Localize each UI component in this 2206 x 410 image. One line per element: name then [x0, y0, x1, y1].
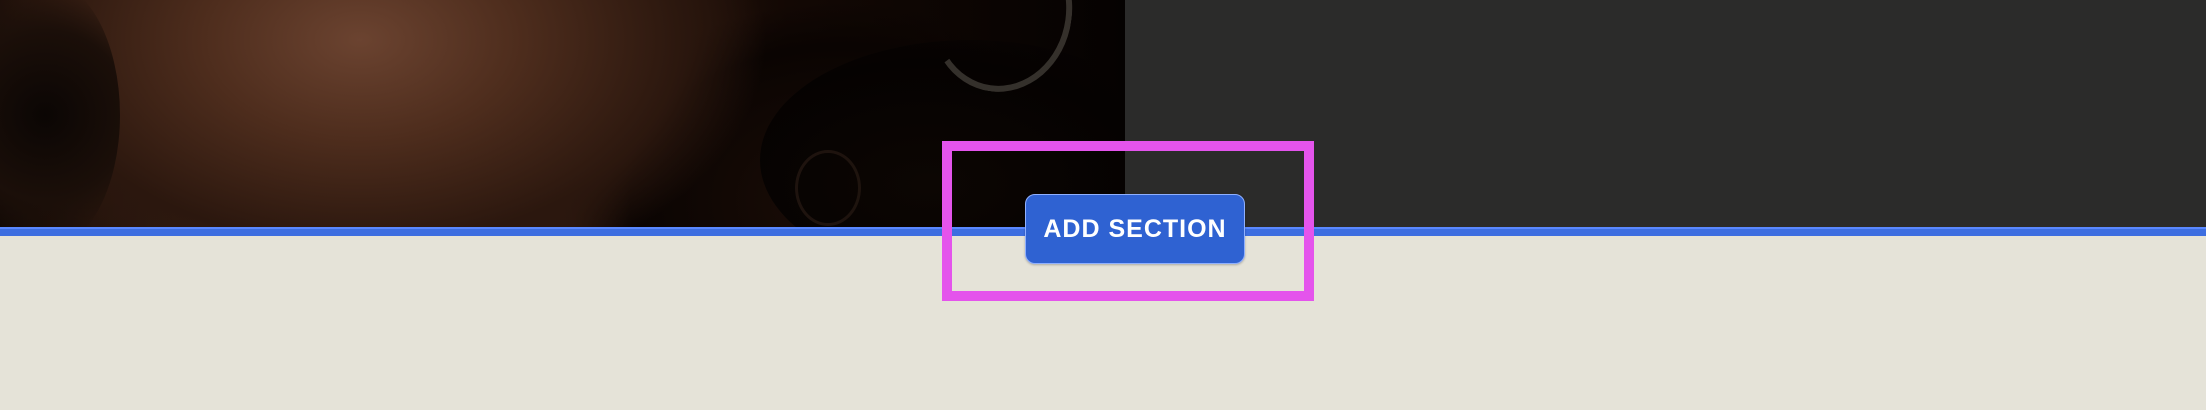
editor-canvas: ADD SECTION: [0, 0, 2206, 410]
hair-curl-detail: [795, 150, 861, 226]
hair-shadow: [0, 0, 120, 228]
dark-content-panel: [1125, 0, 2206, 228]
hero-photo: [0, 0, 1125, 228]
add-section-button[interactable]: ADD SECTION: [1025, 194, 1245, 264]
